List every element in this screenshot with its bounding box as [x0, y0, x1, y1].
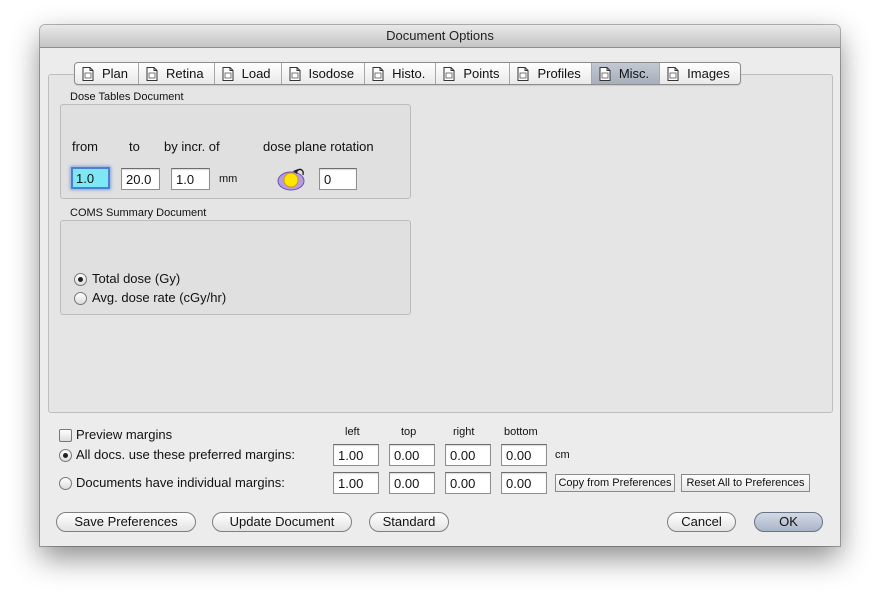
window-title: Document Options [40, 25, 840, 48]
document-icon [144, 66, 160, 82]
margin-unit: cm [555, 449, 570, 461]
ind-left-input[interactable] [333, 472, 379, 494]
copy-from-preferences-button[interactable]: Copy from Preferences [555, 474, 675, 492]
tab-label: Load [241, 66, 271, 81]
tab-label: Images [687, 66, 730, 81]
document-icon [370, 66, 386, 82]
ind-right-input[interactable] [445, 472, 491, 494]
tab-load[interactable]: Load [215, 63, 282, 84]
rotation-label: dose plane rotation [263, 139, 374, 154]
document-options-dialog: Document Options Plan Retina Load Isodose Hi… [40, 25, 840, 546]
document-icon [220, 66, 236, 82]
document-icon [441, 66, 457, 82]
pref-left-input[interactable] [333, 444, 379, 466]
individual-label[interactable]: Documents have individual margins: [76, 475, 285, 490]
cancel-button[interactable]: Cancel [667, 512, 736, 532]
dose-tables-title: Dose Tables Document [70, 91, 184, 103]
ok-button[interactable]: OK [754, 512, 823, 532]
ind-top-input[interactable] [389, 472, 435, 494]
preview-margins-label[interactable]: Preview margins [76, 427, 172, 442]
individual-radio[interactable] [59, 477, 72, 490]
document-icon [80, 66, 96, 82]
document-icon [515, 66, 531, 82]
update-document-button[interactable]: Update Document [212, 512, 352, 532]
tab-histo[interactable]: Histo. [365, 63, 437, 84]
tab-misc[interactable]: Misc. [591, 63, 661, 84]
to-input[interactable] [121, 168, 160, 190]
tab-points[interactable]: Points [436, 63, 511, 84]
rotation-input[interactable] [319, 168, 357, 190]
all-docs-label[interactable]: All docs. use these preferred margins: [76, 447, 295, 462]
incr-label: by incr. of [164, 139, 220, 154]
save-preferences-button[interactable]: Save Preferences [56, 512, 196, 532]
col-right-header: right [453, 426, 475, 438]
coms-title: COMS Summary Document [70, 207, 207, 219]
tab-label: Plan [102, 66, 129, 81]
col-top-header: top [401, 426, 417, 438]
document-icon [665, 66, 681, 82]
tab-label: Retina [166, 66, 204, 81]
pref-top-input[interactable] [389, 444, 435, 466]
tab-bar: Plan Retina Load Isodose Histo. Points Profile… [74, 62, 741, 85]
tab-label: Misc. [618, 66, 650, 81]
pref-right-input[interactable] [445, 444, 491, 466]
ind-bottom-input[interactable] [501, 472, 547, 494]
tab-plan[interactable]: Plan [75, 63, 140, 84]
total-dose-label[interactable]: Total dose (Gy) [92, 271, 180, 286]
preview-margins-checkbox[interactable] [59, 429, 72, 442]
to-label: to [129, 139, 140, 154]
document-icon [287, 66, 303, 82]
tab-images[interactable]: Images [660, 63, 740, 84]
incr-unit: mm [219, 173, 238, 185]
tab-label: Profiles [537, 66, 581, 81]
from-input[interactable] [71, 167, 110, 189]
col-bottom-header: bottom [504, 426, 538, 438]
pref-bottom-input[interactable] [501, 444, 547, 466]
dose-rate-label[interactable]: Avg. dose rate (cGy/hr) [92, 290, 226, 305]
dose-rate-radio[interactable] [74, 292, 87, 305]
tab-label: Histo. [392, 66, 426, 81]
tab-retina[interactable]: Retina [139, 63, 215, 84]
col-left-header: left [345, 426, 360, 438]
reset-all-button[interactable]: Reset All to Preferences [681, 474, 810, 492]
all-docs-radio[interactable] [59, 449, 72, 462]
total-dose-radio[interactable] [74, 273, 87, 286]
rotate-icon[interactable] [276, 163, 308, 193]
incr-input[interactable] [171, 168, 210, 190]
from-label: from [72, 139, 98, 154]
tab-isodose[interactable]: Isodose [282, 63, 366, 84]
document-icon [597, 66, 613, 82]
tab-label: Points [463, 66, 500, 81]
tab-profiles[interactable]: Profiles [510, 63, 592, 84]
standard-button[interactable]: Standard [369, 512, 449, 532]
tab-label: Isodose [308, 66, 355, 81]
